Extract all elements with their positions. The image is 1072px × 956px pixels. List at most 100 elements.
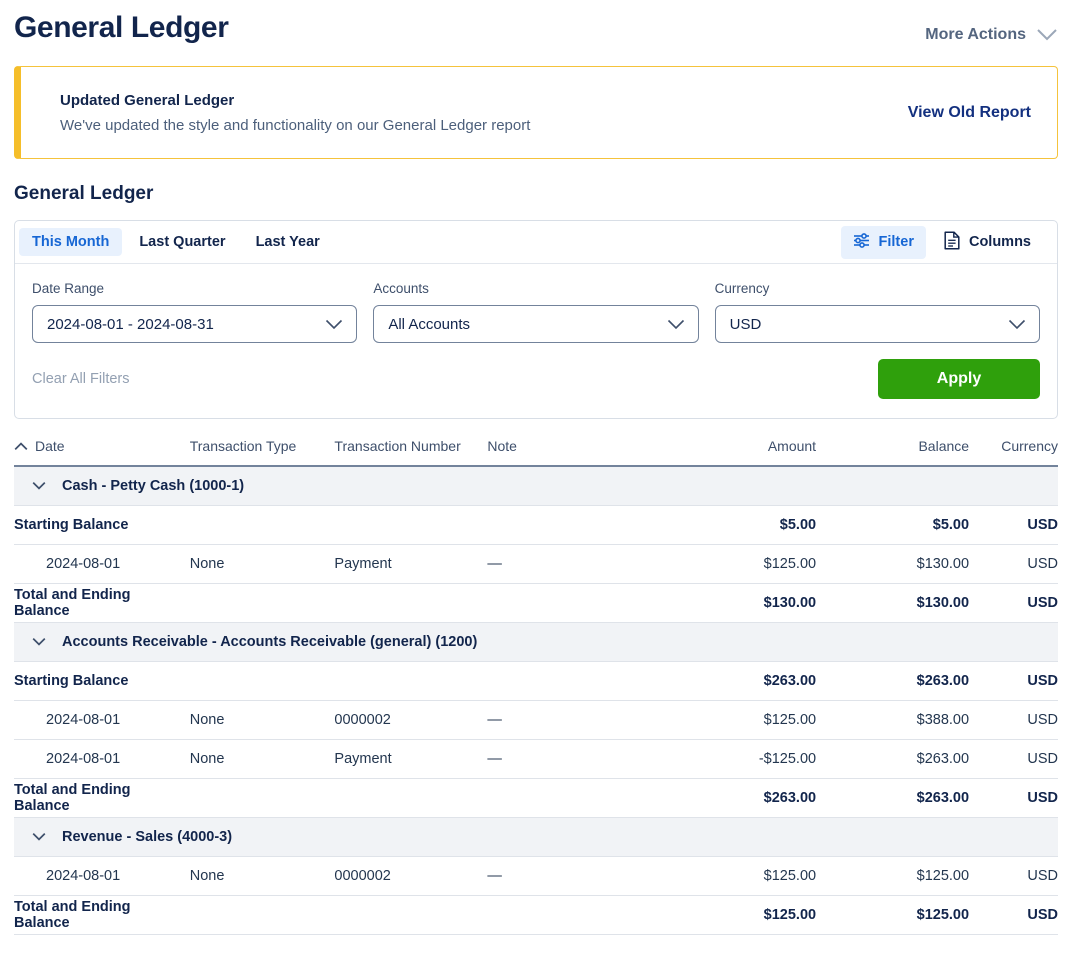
- cell-balance: $388.00: [816, 700, 970, 740]
- columns-button-label: Columns: [968, 234, 1031, 250]
- cell-note: —: [487, 544, 641, 584]
- accounts-label: Accounts: [373, 281, 429, 296]
- cell-transaction-number: [334, 661, 488, 701]
- chevron-down-icon[interactable]: [32, 634, 46, 650]
- cell-transaction-type: None: [189, 700, 335, 740]
- cell-currency: USD: [969, 583, 1058, 623]
- cell-transaction-type: [189, 661, 335, 701]
- filter-card: This Month Last Quarter Last Year Filter…: [14, 220, 1058, 419]
- cell-date: Starting Balance: [14, 505, 190, 545]
- chevron-down-icon[interactable]: [32, 829, 46, 845]
- tab-last-year[interactable]: Last Year: [243, 228, 333, 256]
- cell-note: [487, 895, 641, 935]
- column-header-date-label: Date: [35, 438, 65, 454]
- cell-date: Total and Ending Balance: [14, 895, 190, 935]
- cell-transaction-type: [189, 895, 335, 935]
- ledger-table: Date Transaction Type Transaction Number…: [14, 438, 1058, 935]
- cell-transaction-number: 0000002: [334, 700, 488, 740]
- cell-note: —: [487, 739, 641, 779]
- cell-transaction-number: [334, 895, 488, 935]
- banner-text: Updated General Ledger We've updated the…: [60, 92, 530, 134]
- cell-date: 2024-08-01: [14, 700, 190, 740]
- cell-date: 2024-08-01: [14, 544, 190, 584]
- tab-last-quarter[interactable]: Last Quarter: [126, 228, 238, 256]
- view-old-report-link[interactable]: View Old Report: [908, 104, 1031, 122]
- chevron-down-icon: [1008, 319, 1026, 330]
- cell-note: [487, 778, 641, 818]
- cell-date: Total and Ending Balance: [14, 583, 190, 623]
- column-header-transaction-number[interactable]: Transaction Number: [334, 438, 487, 466]
- cell-transaction-type: [189, 505, 335, 545]
- cell-balance: $125.00: [816, 856, 970, 896]
- currency-value: USD: [729, 315, 762, 333]
- column-header-balance[interactable]: Balance: [816, 438, 969, 466]
- cell-transaction-type: None: [189, 739, 335, 779]
- cell-currency: USD: [969, 778, 1058, 818]
- currency-label: Currency: [714, 281, 770, 296]
- cell-date: Starting Balance: [14, 661, 190, 701]
- cell-note: [487, 505, 641, 545]
- columns-button[interactable]: Columns: [932, 225, 1043, 260]
- more-actions-button[interactable]: More Actions: [925, 26, 1058, 44]
- cell-transaction-type: None: [189, 856, 335, 896]
- starting-balance-row: Starting Balance $5.00 $5.00 USD: [14, 505, 1058, 545]
- currency-field: Currency USD: [714, 281, 1040, 343]
- chevron-down-icon: [1036, 28, 1058, 42]
- cell-amount: $130.00: [640, 583, 817, 623]
- date-range-field: Date Range 2024-08-01 - 2024-08-31: [32, 281, 358, 343]
- table-row: 2024-08-01 None Payment — -$125.00 $263.00 USD: [14, 739, 1058, 779]
- cell-currency: USD: [969, 544, 1058, 584]
- table-row: 2024-08-01 None 0000002— $125.00 $125.00 USD: [14, 856, 1058, 896]
- table-header: Date Transaction Type Transaction Number…: [14, 438, 1058, 466]
- accounts-select[interactable]: All Accounts: [373, 305, 699, 343]
- column-header-currency[interactable]: Currency: [969, 438, 1058, 466]
- account-group-label: Accounts Receivable - Accounts Receivabl…: [62, 633, 478, 650]
- filter-button-label: Filter: [878, 234, 914, 250]
- cell-balance: $5.00: [816, 505, 970, 545]
- cell-note: [487, 583, 641, 623]
- cell-transaction-number: [334, 778, 488, 818]
- cell-transaction-number: 0000002: [334, 856, 488, 896]
- date-range-select[interactable]: 2024-08-01 - 2024-08-31: [32, 305, 358, 343]
- currency-select[interactable]: USD: [714, 305, 1040, 343]
- date-range-label: Date Range: [32, 281, 105, 296]
- filter-button[interactable]: Filter: [840, 225, 926, 259]
- account-group-cell[interactable]: Cash - Petty Cash (1000-1): [14, 466, 1058, 506]
- filter-fields: Date Range 2024-08-01 - 2024-08-31 Accou…: [15, 264, 1057, 418]
- cell-transaction-number: Payment: [334, 739, 488, 779]
- chevron-down-icon: [325, 319, 343, 330]
- cell-date: Total and Ending Balance: [14, 778, 190, 818]
- total-row: Total and Ending Balance $263.00 $263.00 US…: [14, 778, 1058, 818]
- cell-amount: $263.00: [640, 661, 817, 701]
- cell-amount: $5.00: [640, 505, 817, 545]
- cell-balance: $125.00: [816, 895, 970, 935]
- cell-currency: USD: [969, 856, 1058, 896]
- chevron-up-icon: [14, 438, 28, 454]
- column-header-note[interactable]: Note: [487, 438, 640, 466]
- starting-balance-row: Starting Balance $263.00 $263.00 USD: [14, 661, 1058, 701]
- column-header-amount[interactable]: Amount: [640, 438, 816, 466]
- account-group-header[interactable]: Cash - Petty Cash (1000-1): [14, 466, 1058, 506]
- date-preset-tabs: This Month Last Quarter Last Year: [19, 228, 333, 256]
- banner-title: Updated General Ledger: [60, 91, 235, 109]
- cell-currency: USD: [969, 505, 1058, 545]
- cell-amount: $125.00: [640, 895, 817, 935]
- cell-balance: $130.00: [816, 544, 970, 584]
- column-header-transaction-type[interactable]: Transaction Type: [190, 438, 335, 466]
- accounts-field: Accounts All Accounts: [373, 281, 699, 343]
- chevron-down-icon[interactable]: [32, 478, 46, 494]
- account-group-header[interactable]: Accounts Receivable - Accounts Receivabl…: [14, 622, 1058, 662]
- cell-currency: USD: [969, 739, 1058, 779]
- account-group-cell[interactable]: Accounts Receivable - Accounts Receivabl…: [14, 622, 1058, 662]
- account-group-header[interactable]: Revenue - Sales (4000-3): [14, 817, 1058, 857]
- cell-transaction-type: [189, 778, 335, 818]
- tab-this-month[interactable]: This Month: [19, 228, 123, 256]
- document-icon: [944, 230, 960, 254]
- table-row: 2024-08-01 None 0000002— $125.00 $388.00 USD: [14, 700, 1058, 740]
- total-row: Total and Ending Balance $130.00 $130.00 US…: [14, 583, 1058, 623]
- cell-transaction-number: [334, 583, 488, 623]
- clear-all-filters-button[interactable]: Clear All Filters: [32, 371, 130, 387]
- column-header-date[interactable]: Date: [14, 438, 190, 466]
- account-group-cell[interactable]: Revenue - Sales (4000-3): [14, 817, 1058, 857]
- apply-button[interactable]: Apply: [878, 359, 1040, 399]
